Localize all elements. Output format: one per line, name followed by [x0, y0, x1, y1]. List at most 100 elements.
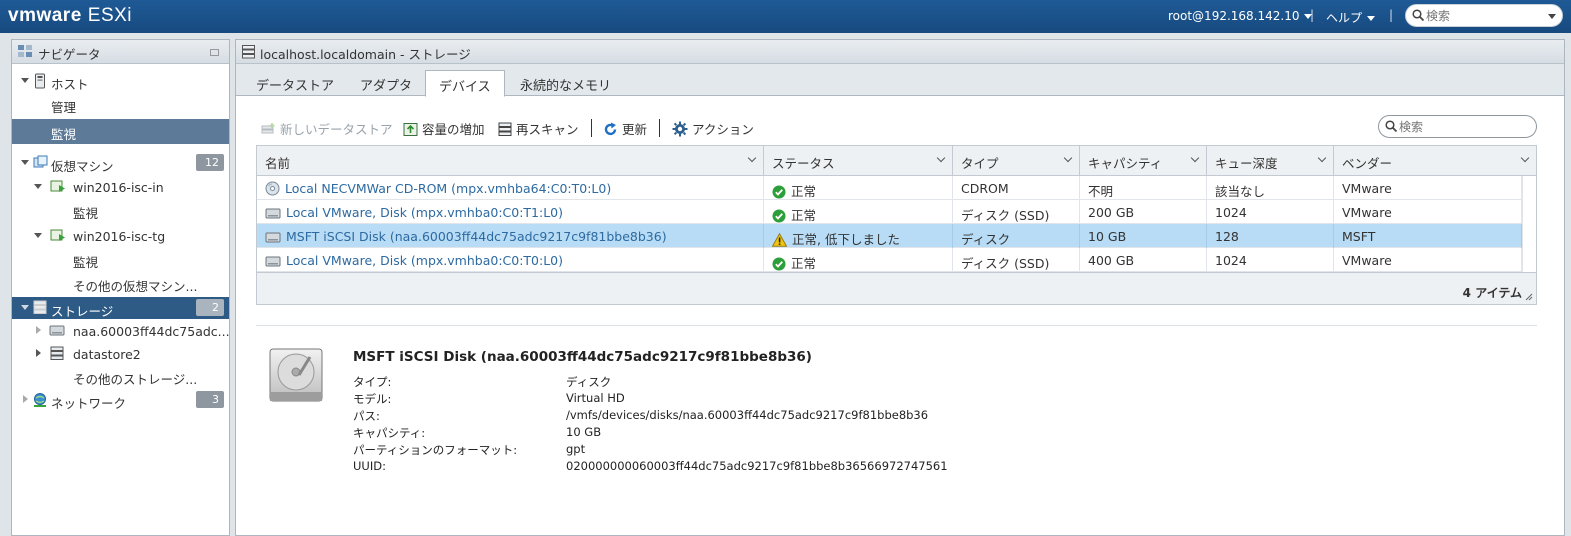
nav-storage[interactable]: ストレージ 2 [12, 297, 229, 319]
chevron-down-icon[interactable] [1520, 153, 1530, 163]
nav-vms[interactable]: 仮想マシン 12 [12, 152, 229, 174]
rescan-label: 再スキャン [516, 122, 579, 137]
detail-value: /vmfs/devices/disks/naa.60003ff44dc75adc… [566, 408, 929, 422]
expand-down-icon[interactable] [34, 184, 42, 189]
cell-name[interactable]: Local VMware, Disk (mpx.vmhba0:C0:T0:L0) [257, 248, 764, 272]
new-datastore-button[interactable]: 新しいデータストア [261, 119, 393, 138]
nav-vm1-monitor[interactable]: 監視 [12, 199, 229, 221]
cell-text: 正常 [791, 208, 817, 223]
chevron-down-icon[interactable] [747, 153, 757, 163]
expand-down-icon[interactable] [21, 305, 29, 310]
cell-text: MSFT [1342, 229, 1376, 244]
status-ok-icon [772, 185, 786, 200]
cell-name[interactable]: Local VMware, Disk (mpx.vmhba0:C0:T1:L0) [257, 200, 764, 224]
tab-datastores[interactable]: データストア [243, 70, 347, 96]
nav-vm1-monitor-label: 監視 [73, 206, 99, 221]
nav-storage-item-datastore2[interactable]: datastore2 [12, 343, 229, 365]
user-menu[interactable]: root@192.168.142.10 [1168, 9, 1313, 23]
device-search[interactable] [1378, 115, 1537, 138]
column-header-capacity[interactable]: キャパシティ [1080, 146, 1207, 176]
rescan-button[interactable]: 再スキャン [498, 119, 579, 138]
device-search-input[interactable] [1399, 118, 1519, 135]
logo-vmware: vmware [8, 5, 82, 26]
cell-status: 正常 [764, 200, 953, 224]
cell-name[interactable]: Local NECVMWar CD-ROM (mpx.vmhba64:C0:T0… [257, 176, 764, 200]
tab-persistent-memory[interactable]: 永続的なメモリ [507, 70, 624, 96]
chevron-down-icon[interactable] [1063, 153, 1073, 163]
tab-devices[interactable]: デバイス [425, 70, 505, 97]
panel-title: localhost.localdomain - ストレージ [260, 47, 471, 62]
minimize-icon[interactable] [210, 49, 219, 56]
nav-network[interactable]: ネットワーク 3 [12, 389, 229, 411]
nav-more-storage[interactable]: その他のストレージ... [12, 365, 229, 387]
header-search[interactable] [1405, 4, 1563, 27]
cell-text: 400 GB [1088, 253, 1135, 268]
expand-right-icon[interactable] [23, 395, 28, 403]
logo-esxi: ESXi [87, 5, 133, 26]
help-menu[interactable]: ヘルプ [1326, 9, 1376, 26]
cell-name[interactable]: MSFT iSCSI Disk (naa.60003ff44dc75adc921… [257, 224, 764, 248]
navigator-panel: ナビゲータ ホスト 管理 監視 仮想マシン 12 win2016-isc-in … [11, 39, 230, 536]
storage-icon [33, 300, 47, 314]
nav-vm2-monitor[interactable]: 監視 [12, 248, 229, 270]
nav-host-label: ホスト [51, 77, 89, 92]
header-search-input[interactable] [1426, 7, 1536, 24]
resize-grip-icon[interactable] [1525, 293, 1533, 301]
toolbar-separator [591, 119, 592, 137]
detail-value: gpt [566, 442, 586, 456]
expand-right-icon[interactable] [36, 349, 41, 357]
column-header-vendor[interactable]: ベンダー [1334, 146, 1536, 176]
table-row[interactable]: Local VMware, Disk (mpx.vmhba0:C0:T0:L0)… [257, 248, 1522, 272]
expand-down-icon[interactable] [34, 233, 42, 238]
table-scrollbar[interactable] [1522, 176, 1536, 272]
cell-text: 128 [1215, 229, 1239, 244]
nav-more-vms[interactable]: その他の仮想マシン... [12, 272, 229, 294]
search-icon [1412, 9, 1425, 22]
cell-vendor: VMware [1334, 176, 1522, 200]
chevron-down-icon[interactable] [1317, 153, 1327, 163]
actions-label: アクション [692, 122, 754, 137]
column-header-vendor-label: ベンダー [1342, 156, 1393, 171]
column-header-type[interactable]: タイプ [953, 146, 1080, 176]
cell-vendor: MSFT [1334, 224, 1522, 248]
expand-down-icon[interactable] [21, 78, 29, 83]
nav-host[interactable]: ホスト [12, 70, 229, 92]
column-header-queue-depth[interactable]: キュー深度 [1207, 146, 1334, 176]
cell-text: 該当なし [1215, 184, 1266, 199]
vm-powered-on-icon [50, 229, 65, 241]
new-datastore-label: 新しいデータストア [280, 122, 393, 137]
network-count-badge: 3 [196, 391, 224, 408]
table-row[interactable]: Local VMware, Disk (mpx.vmhba0:C0:T1:L0)… [257, 200, 1522, 224]
column-header-name[interactable]: 名前 [257, 146, 764, 176]
vmware-esxi-logo[interactable]: vmware ESXi [8, 5, 132, 27]
actions-button[interactable]: アクション [672, 119, 754, 138]
expand-down-icon[interactable] [21, 160, 29, 165]
cell-text: ディスク (SSD) [961, 256, 1050, 271]
tab-adapters[interactable]: アダプタ [347, 70, 425, 96]
nav-vm1[interactable]: win2016-isc-in [12, 176, 229, 198]
expand-right-icon[interactable] [36, 326, 41, 334]
column-header-status[interactable]: ステータス [764, 146, 953, 176]
host-icon [35, 73, 45, 89]
table-row[interactable]: Local NECVMWar CD-ROM (mpx.vmhba64:C0:T0… [257, 176, 1522, 200]
chevron-down-icon[interactable] [1190, 153, 1200, 163]
chevron-down-icon[interactable] [1548, 14, 1556, 19]
refresh-button[interactable]: 更新 [603, 119, 647, 138]
cell-text: VMware [1342, 253, 1392, 268]
increase-capacity-button[interactable]: 容量の増加 [403, 119, 485, 138]
nav-vm2[interactable]: win2016-isc-tg [12, 225, 229, 247]
nav-storage-item-naa-label: naa.60003ff44dc75adc... [73, 324, 230, 339]
nav-storage-label: ストレージ [51, 304, 114, 319]
nav-host-monitor[interactable]: 監視 [12, 119, 229, 144]
help-menu-label: ヘルプ [1326, 11, 1363, 25]
increase-capacity-label: 容量の増加 [422, 122, 485, 137]
chevron-down-icon[interactable] [936, 153, 946, 163]
nav-storage-item-datastore2-label: datastore2 [73, 347, 141, 362]
detail-key: パーティションのフォーマット: [353, 443, 518, 457]
nav-host-manage[interactable]: 管理 [12, 93, 229, 115]
nav-vm2-monitor-label: 監視 [73, 255, 99, 270]
nav-storage-item-naa[interactable]: naa.60003ff44dc75adc... [12, 320, 230, 342]
table-row[interactable]: MSFT iSCSI Disk (naa.60003ff44dc75adc921… [257, 224, 1522, 248]
cell-type: ディスク (SSD) [953, 248, 1080, 272]
nav-host-manage-label: 管理 [51, 100, 77, 115]
